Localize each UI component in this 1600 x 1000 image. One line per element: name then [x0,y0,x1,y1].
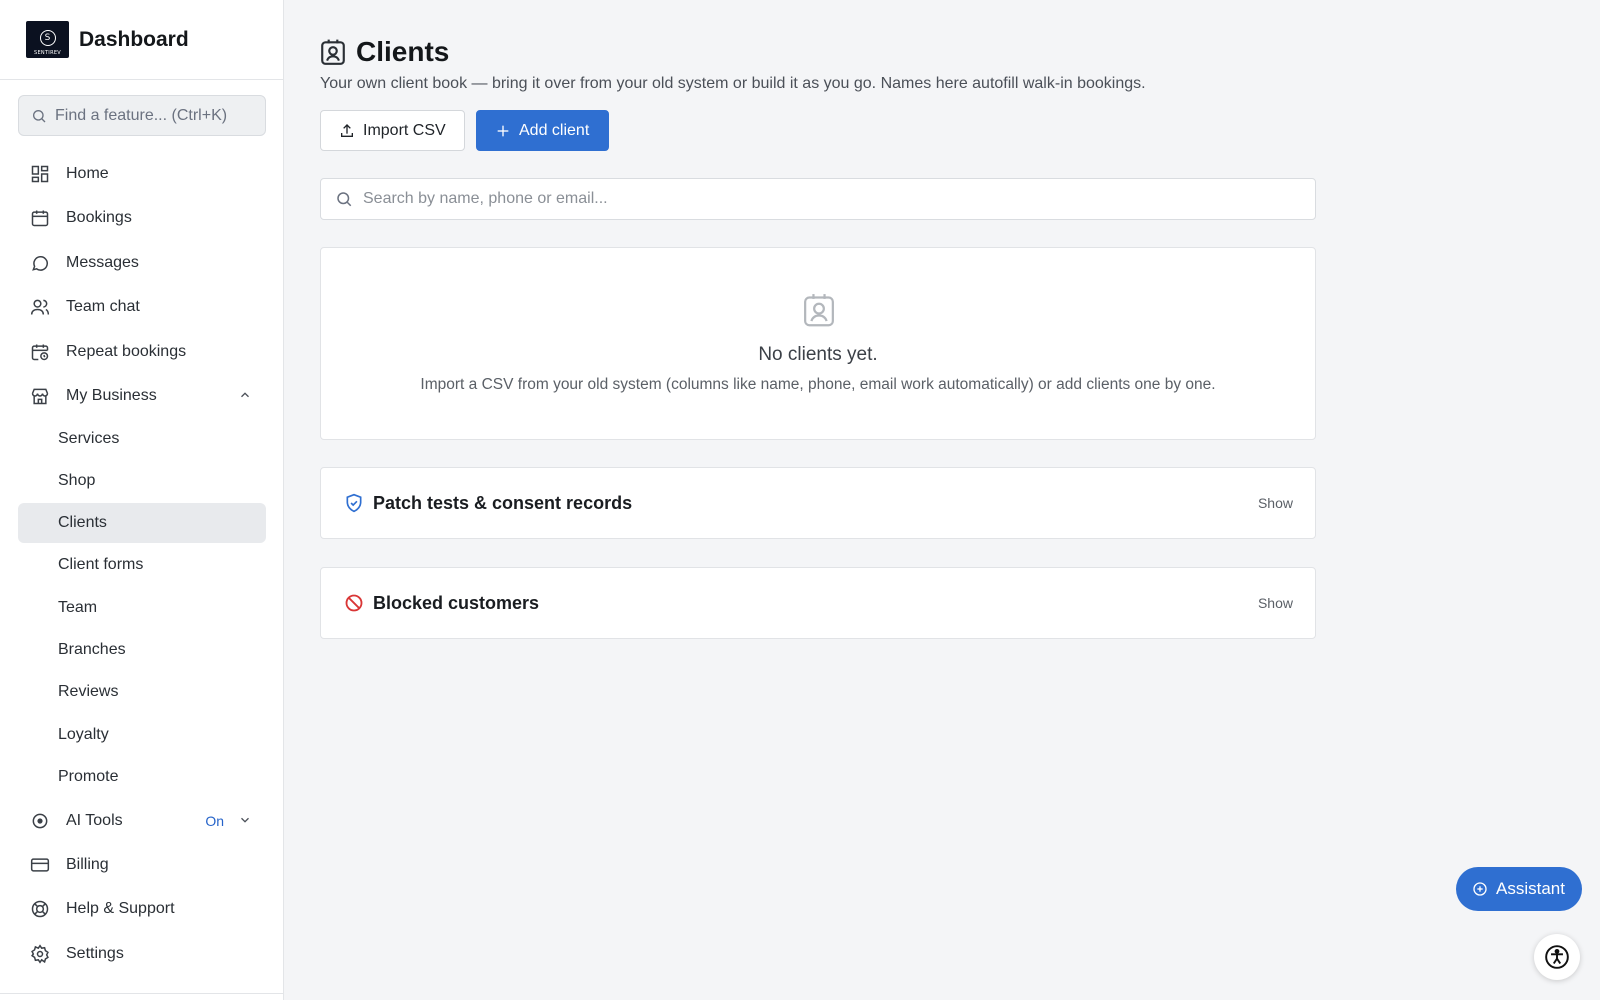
sidebar-item-label: Home [66,165,109,182]
sidebar-item-team-chat[interactable]: Team chat [18,287,266,327]
chevron-down-icon[interactable] [238,813,252,832]
sidebar-item-messages[interactable]: Messages [18,243,266,283]
sidebar-item-ai-tools[interactable]: AI Tools On [18,801,266,841]
blocked-icon [343,592,365,614]
search-icon [337,192,352,207]
calendar-icon [30,208,50,228]
brand-header: S SENTIREV Dashboard [0,0,283,80]
sidebar-item-promote[interactable]: Promote [18,757,266,797]
accessibility-button[interactable] [1534,934,1580,980]
upload-icon [339,123,355,139]
assistant-button[interactable]: Assistant [1456,867,1582,911]
chat-bubble-icon [30,253,50,273]
sidebar-item-shop[interactable]: Shop [18,461,266,501]
sidebar-item-billing[interactable]: Billing [18,845,266,885]
sidebar-item-label: Shop [58,472,96,489]
sidebar-item-reviews[interactable]: Reviews [18,672,266,712]
assistant-label: Assistant [1496,879,1565,898]
page-title-text: Clients [356,36,450,67]
page-subtitle: Your own client book — bring it over fro… [320,75,1146,92]
add-client-label: Add client [519,121,590,139]
sidebar: S SENTIREV Dashboard Find a feature... (… [0,0,284,1000]
blocked-customers-section[interactable]: Blocked customers Show [320,567,1316,639]
add-client-button[interactable]: Add client [476,110,609,151]
sidebar-item-label: Loyalty [58,726,109,743]
client-search-input[interactable]: Search by name, phone or email... [320,178,1316,220]
patch-tests-section[interactable]: Patch tests & consent records Show [320,467,1316,539]
sidebar-item-services[interactable]: Services [18,419,266,459]
sidebar-item-team[interactable]: Team [18,588,266,628]
sidebar-item-label: Repeat bookings [66,343,187,360]
assistant-icon [1472,881,1488,897]
sidebar-item-label: Client forms [58,556,144,573]
sidebar-item-label: Billing [66,856,109,873]
sidebar-item-label: Branches [58,641,126,658]
shield-check-icon [343,492,365,514]
feature-search-placeholder: Find a feature... (Ctrl+K) [55,106,228,124]
gear-icon [30,944,50,964]
sidebar-item-label: Team chat [66,298,140,315]
feature-search-input[interactable]: Find a feature... (Ctrl+K) [18,95,266,136]
users-icon [30,297,50,317]
sidebar-item-my-business[interactable]: My Business [18,376,266,416]
sidebar-item-client-forms[interactable]: Client forms [18,545,266,585]
ai-icon [30,811,50,831]
show-toggle[interactable]: Show [1258,495,1293,511]
calendar-clock-icon [30,342,50,362]
sidebar-item-bookings[interactable]: Bookings [18,198,266,238]
divider [0,993,284,994]
sidebar-item-label: Services [58,430,120,447]
section-title: Blocked customers [373,592,540,613]
chevron-up-icon[interactable] [238,388,252,407]
sidebar-item-label: Help & Support [66,900,175,917]
plus-icon [495,123,511,139]
brand-title[interactable]: Dashboard [79,28,189,52]
empty-state-title: No clients yet. [758,344,878,365]
sidebar-item-help-support[interactable]: Help & Support [18,889,266,929]
section-title: Patch tests & consent records [373,492,633,513]
logo-word: SENTIREV [33,50,62,56]
sidebar-item-home[interactable]: Home [18,154,266,194]
sidebar-item-label: Settings [66,945,124,962]
client-search-placeholder: Search by name, phone or email... [363,190,608,207]
sidebar-item-repeat-bookings[interactable]: Repeat bookings [18,332,266,372]
accessibility-icon [1545,945,1569,969]
show-toggle[interactable]: Show [1258,595,1293,611]
sidebar-item-settings[interactable]: Settings [18,934,266,974]
store-icon [30,386,50,406]
sidebar-item-label: Team [58,599,98,616]
import-csv-label: Import CSV [363,121,446,139]
contact-card-icon [320,38,346,66]
page-title: Clients [320,36,449,68]
sidebar-item-label: Clients [58,514,107,531]
brand-logo[interactable]: S SENTIREV [26,21,69,58]
sidebar-item-label: My Business [66,387,157,404]
contact-card-icon [802,292,836,328]
sidebar-item-label: Bookings [66,209,132,226]
sidebar-item-label: AI Tools [66,812,123,829]
empty-state-description: Import a CSV from your old system (colum… [420,376,1216,393]
grid-icon [30,164,50,184]
sidebar-item-label: Reviews [58,683,119,700]
card-icon [30,855,50,875]
sidebar-item-loyalty[interactable]: Loyalty [18,715,266,755]
sidebar-item-branches[interactable]: Branches [18,630,266,670]
sidebar-item-label: Promote [58,768,119,785]
sidebar-item-clients[interactable]: Clients [18,503,266,543]
empty-state-card: No clients yet. Import a CSV from your o… [320,247,1316,440]
import-csv-button[interactable]: Import CSV [320,110,465,151]
sidebar-item-label: Messages [66,254,139,271]
status-badge: On [205,813,224,829]
search-icon [33,109,46,122]
logo-mark: S [39,29,56,46]
lifebuoy-icon [30,899,50,919]
